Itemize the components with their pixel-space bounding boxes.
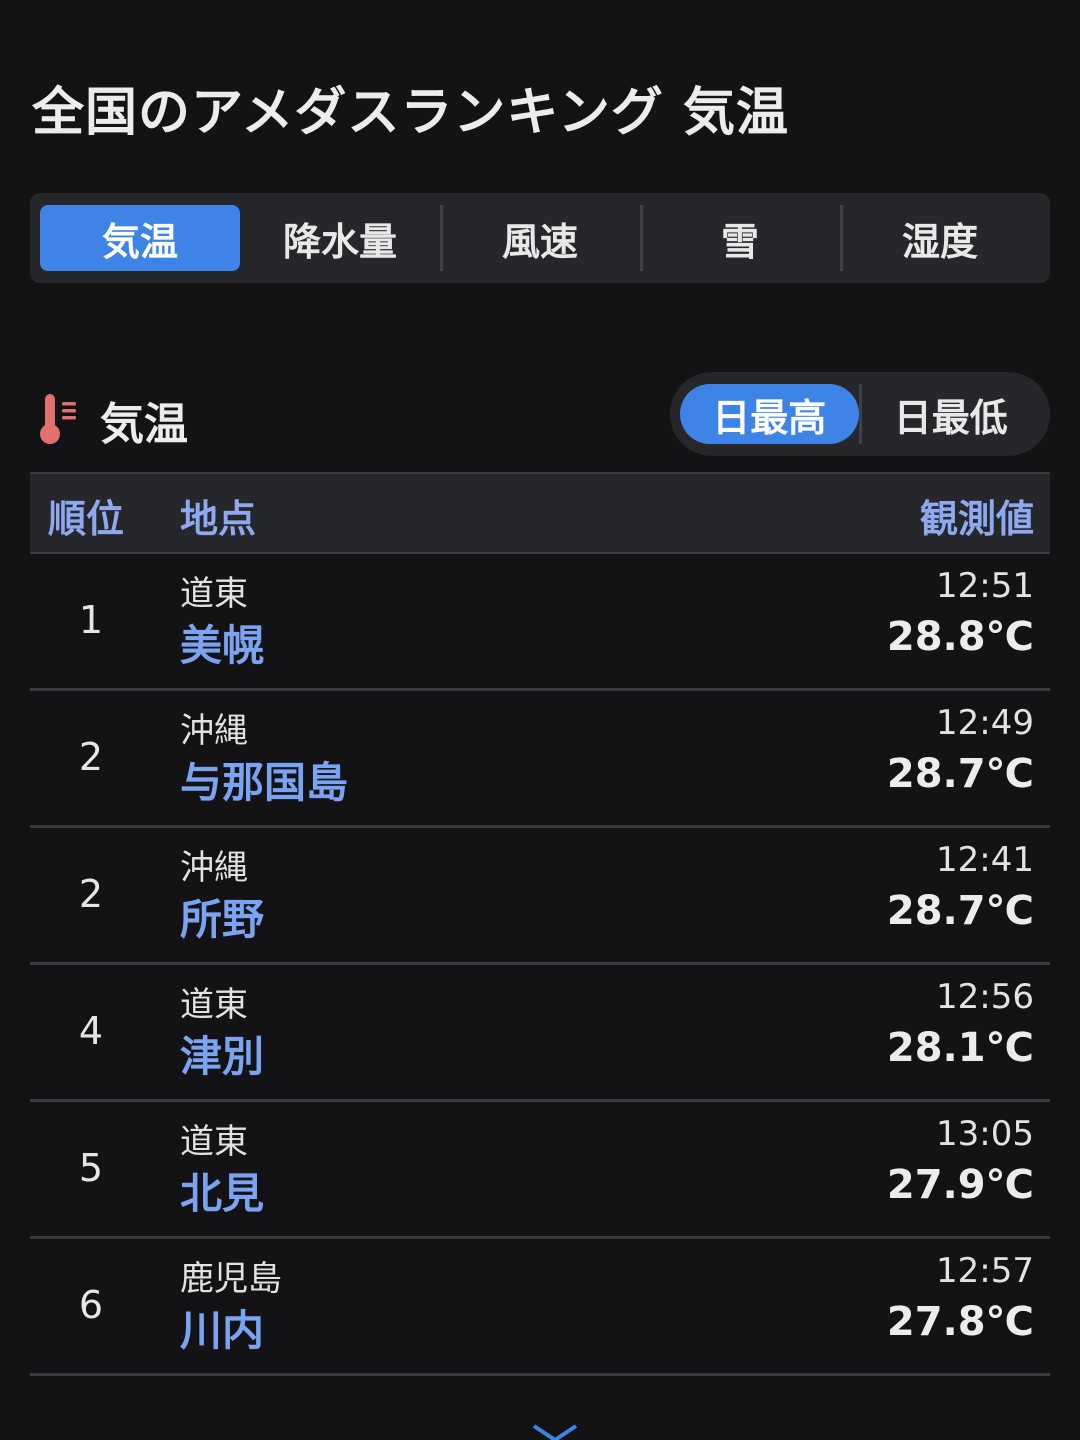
observation-time: 12:41	[936, 840, 1034, 880]
header-rank: 順位	[48, 497, 125, 541]
region-name: 沖縄	[180, 711, 248, 751]
tab-humidity[interactable]: 湿度	[840, 205, 1040, 271]
rank-number: 1	[78, 598, 104, 642]
station-link[interactable]: 美幌	[180, 612, 264, 673]
table-row[interactable]: 5 道東 北見 13:05 27.9℃	[30, 1102, 1050, 1239]
region-name: 道東	[180, 1122, 248, 1162]
observation-time: 13:05	[936, 1114, 1034, 1154]
table-row[interactable]: 1 道東 美幌 12:51 28.8℃	[30, 554, 1050, 691]
page-title: 全国のアメダスランキング 気温	[32, 83, 789, 143]
section-title: 気温	[100, 399, 188, 450]
temperature-value: 28.1℃	[886, 1025, 1034, 1071]
temperature-value: 27.8℃	[886, 1299, 1034, 1345]
observation-time: 12:57	[936, 1251, 1034, 1291]
observation-time: 12:56	[936, 977, 1034, 1017]
thermometer-icon	[40, 394, 76, 444]
rank-number: 2	[78, 872, 104, 916]
ranking-table: 順位 地点 観測値 1 道東 美幌 12:51 28.8℃ 2 沖縄 与那国島 …	[30, 472, 1050, 1376]
page: 全国のアメダスランキング 気温 気温 降水量 風速 雪 湿度 気温 日最高 日最…	[0, 0, 1080, 1440]
chevron-down-icon[interactable]	[530, 1424, 580, 1440]
table-row[interactable]: 2 沖縄 与那国島 12:49 28.7℃	[30, 691, 1050, 828]
section-header: 気温 日最高 日最低	[30, 372, 1050, 458]
station-link[interactable]: 津別	[180, 1023, 264, 1084]
temperature-value: 28.7℃	[886, 888, 1034, 934]
tab-wind-speed[interactable]: 風速	[440, 205, 640, 271]
table-row[interactable]: 4 道東 津別 12:56 28.1℃	[30, 965, 1050, 1102]
region-name: 沖縄	[180, 848, 248, 888]
station-link[interactable]: 川内	[180, 1297, 264, 1358]
tab-snow[interactable]: 雪	[640, 205, 840, 271]
region-name: 鹿児島	[180, 1259, 282, 1299]
station-link[interactable]: 与那国島	[180, 749, 348, 810]
daily-min-button[interactable]: 日最低	[862, 384, 1041, 444]
observation-time: 12:51	[936, 566, 1034, 606]
rank-number: 5	[78, 1146, 104, 1190]
region-name: 道東	[180, 574, 248, 614]
max-min-toggle: 日最高 日最低	[670, 372, 1050, 456]
daily-max-button[interactable]: 日最高	[680, 384, 859, 444]
tab-precipitation[interactable]: 降水量	[240, 205, 440, 271]
table-row[interactable]: 6 鹿児島 川内 12:57 27.8℃	[30, 1239, 1050, 1376]
category-tabs: 気温 降水量 風速 雪 湿度	[30, 193, 1050, 283]
table-row[interactable]: 2 沖縄 所野 12:41 28.7℃	[30, 828, 1050, 965]
station-link[interactable]: 北見	[180, 1160, 264, 1221]
rank-number: 4	[78, 1009, 104, 1053]
station-link[interactable]: 所野	[180, 886, 264, 947]
tab-temperature[interactable]: 気温	[40, 205, 240, 271]
header-value: 観測値	[919, 497, 1034, 541]
header-place: 地点	[180, 497, 257, 541]
observation-time: 12:49	[936, 703, 1034, 743]
temperature-value: 28.7℃	[886, 751, 1034, 797]
rank-number: 2	[78, 735, 104, 779]
temperature-value: 28.8℃	[886, 614, 1034, 660]
temperature-value: 27.9℃	[886, 1162, 1034, 1208]
table-header: 順位 地点 観測値	[30, 472, 1050, 554]
rank-number: 6	[78, 1283, 104, 1327]
region-name: 道東	[180, 985, 248, 1025]
